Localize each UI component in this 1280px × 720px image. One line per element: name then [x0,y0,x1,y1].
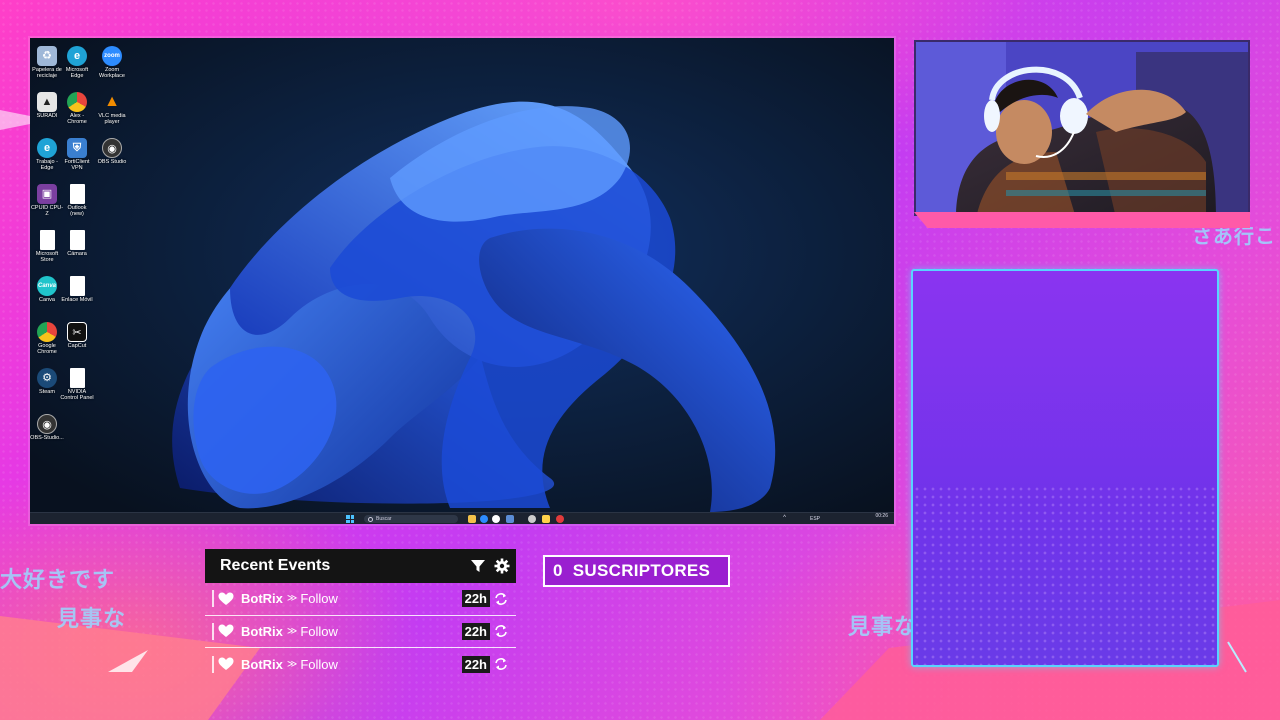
zoom-icon: zoom [102,46,122,66]
desktop-icon[interactable]: ◉ OBS Studio [95,138,129,165]
jp-text: 見事な [57,606,127,631]
subscriber-counter: 0 SUSCRIPTORES [543,555,730,587]
suradi-icon: ▲ [37,92,57,112]
event-separator: ≫ [286,658,298,670]
tray-chevron-icon[interactable]: ^ [783,515,786,521]
event-separator: ≫ [286,593,298,605]
event-separator: ≫ [286,625,298,637]
event-row: BotRix ≫ Follow 22h [205,583,516,616]
windows-start-icon[interactable] [346,515,354,523]
subscriber-label: SUSCRIPTORES [572,561,711,580]
clock-time: 00:26 [875,513,888,519]
event-user: BotRix [241,591,283,607]
event-user: BotRix [241,623,283,639]
desktop-icon[interactable]: ◉ OBS-Studio... [30,414,64,441]
panel-dot-pattern [913,485,1217,665]
filter-icon[interactable] [468,556,488,576]
desktop-icon[interactable]: Canva Canva [30,276,64,303]
event-row: BotRix ≫ Follow 22h [205,616,516,648]
desktop-icon[interactable]: ⛨ FortiClient VPN [60,138,94,171]
edge-icon: e [67,46,87,66]
heart-icon [218,624,234,638]
canva-icon: Canva [37,276,57,296]
event-user: BotRix [241,656,283,672]
webcam-accent-bar [914,212,1250,228]
heart-icon [218,592,234,605]
desktop-icon[interactable]: Cámara [60,230,94,257]
chat-panel [911,269,1219,667]
desktop-icon[interactable]: e Microsoft Edge [60,46,94,79]
taskbar-app-icon[interactable] [542,515,550,523]
replay-icon[interactable] [494,592,508,606]
replay-icon[interactable] [494,657,508,671]
desktop-icon[interactable]: ⚙ Steam [30,368,64,395]
event-action: Follow [300,623,338,639]
desktop-icon[interactable]: ▲ SURADI [30,92,64,119]
vlc-icon: ▲ [104,93,120,110]
streamer-silhouette [916,42,1248,214]
webcam-feed [914,40,1250,216]
file-explorer-icon[interactable] [468,515,476,523]
file-icon [69,230,85,250]
recent-events-title: Recent Events [220,557,331,574]
subscriber-count: 0 [553,561,563,580]
recycle-bin-icon: ♻ [37,46,57,66]
windows-taskbar: Buscar ^ ESP 00:26 [30,512,894,524]
steam-icon[interactable] [506,515,514,523]
desktop-icon[interactable]: ♻ Papelera de reciclaje [30,46,64,79]
taskbar-search-input[interactable]: Buscar [364,515,458,523]
row-accent-bar [212,655,214,673]
edge-icon: e [37,138,57,158]
recent-events-header: Recent Events [205,549,516,583]
edge-icon[interactable] [480,515,488,523]
recent-events-widget: Recent Events BotRix ≫ Follow 22h BotRix [205,549,516,681]
desktop-icon[interactable]: NVIDIA Control Panel [60,368,94,401]
event-time: 22h [461,622,490,640]
desktop-icon[interactable]: Microsoft Store [30,230,64,263]
jp-text: 見事な [848,614,918,639]
gear-icon[interactable] [492,556,512,576]
row-accent-bar [212,590,214,608]
obs-icon[interactable] [528,515,536,523]
chrome-icon [37,322,57,342]
cpuz-icon: ▣ [37,184,57,204]
replay-icon[interactable] [494,624,508,638]
desktop-icon[interactable]: Enlace Móvil [60,276,94,303]
desktop-icon[interactable]: ▣ CPUID CPU-Z [30,184,64,217]
desktop-icon[interactable]: e Trabajo - Edge [30,138,64,171]
steam-icon: ⚙ [37,368,57,388]
event-time: 22h [461,655,490,673]
event-time: 22h [461,590,490,608]
taskbar-app-icon[interactable] [556,515,564,523]
forticlient-icon: ⛨ [67,138,87,158]
obs-icon: ◉ [102,138,122,158]
bloom-wallpaper [30,38,894,512]
file-icon [39,230,55,250]
file-icon [69,368,85,388]
desktop-icon[interactable]: zoom Zoom Workplace [95,46,129,79]
taskbar-clock[interactable]: 00:26 [875,513,888,519]
desktop-icon[interactable]: Outlook (new) [60,184,94,217]
desktop-icon[interactable]: Alex - Chrome [60,92,94,125]
desktop-capture: ♻ Papelera de reciclaje e Microsoft Edge z… [30,38,894,524]
jp-text: 大好きです [0,567,116,592]
language-indicator[interactable]: ESP [810,516,820,522]
heart-icon [218,657,234,671]
capcut-icon: ✂ [67,322,87,342]
event-row: BotRix ≫ Follow 22h [205,648,516,681]
row-accent-bar [212,622,214,640]
file-icon [69,184,85,204]
chrome-icon [67,92,87,112]
obs-icon: ◉ [37,414,57,434]
event-action: Follow [300,656,338,672]
desktop-icon[interactable]: ▲ VLC media player [95,92,129,125]
event-action: Follow [300,591,338,607]
taskbar-app-icon[interactable] [492,515,500,523]
decor-slash [1227,641,1247,673]
desktop-icon[interactable]: ✂ CapCut [60,322,94,349]
file-icon [69,276,85,296]
desktop-icon[interactable]: Google Chrome [30,322,64,355]
